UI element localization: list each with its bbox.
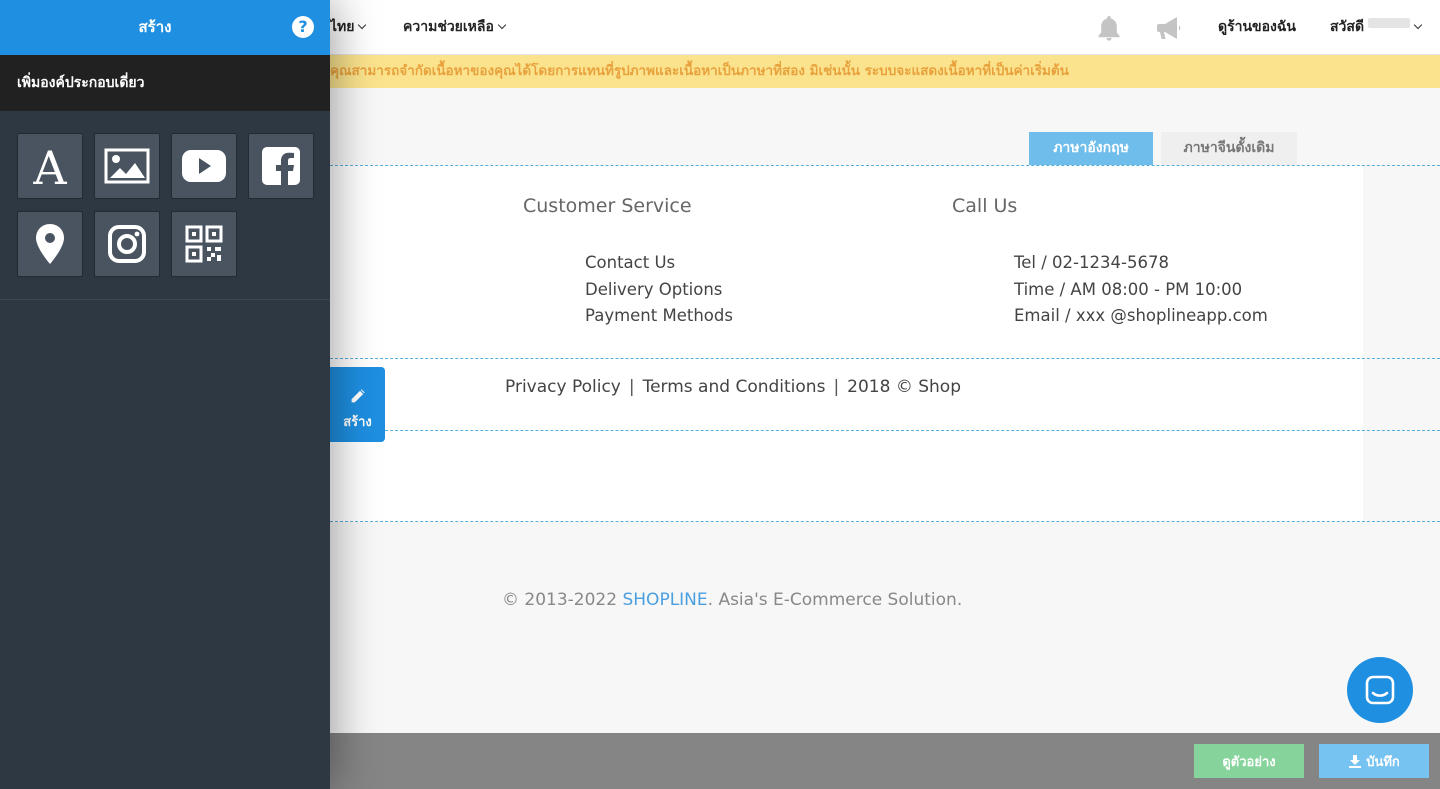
copyright-prefix: © 2013-2022 [502, 590, 623, 610]
panel-subheader: เพิ่มองค์ประกอบเดี่ยว [0, 55, 330, 111]
section-divider [330, 165, 1440, 166]
language-dropdown-label: ไทย [330, 19, 355, 35]
phone-line: Tel / 02-1234-5678 [1014, 253, 1169, 272]
facebook-icon [262, 147, 300, 185]
tile-text[interactable]: A [17, 133, 83, 199]
save-button[interactable]: บันทึก [1319, 744, 1429, 778]
tile-image[interactable] [94, 133, 160, 199]
payment-methods-link[interactable]: Payment Methods [585, 306, 733, 325]
panel-title: สร้าง [138, 18, 172, 36]
help-icon[interactable]: ? [292, 16, 314, 38]
view-my-store-label: ดูร้านของฉัน [1218, 19, 1296, 35]
copyright-suffix: . Asia's E-Commerce Solution. [707, 590, 963, 610]
notice-text: คุณสามารถจำกัดเนื้อหาของคุณได้โดยการแทนท… [330, 63, 1069, 79]
add-element-panel: สร้าง ? เพิ่มองค์ประกอบเดี่ยว A [0, 0, 330, 789]
chevron-down-icon [497, 20, 507, 30]
tab-english[interactable]: ภาษาอังกฤษ [1029, 132, 1153, 165]
hours-line: Time / AM 08:00 - PM 10:00 [1014, 280, 1243, 299]
user-name-redacted [1368, 18, 1411, 28]
megaphone-icon[interactable] [1156, 14, 1186, 46]
tile-youtube[interactable] [171, 133, 237, 199]
site-copyright: © 2013-2022 SHOPLINE. Asia's E-Commerce … [502, 590, 962, 610]
delivery-options-link[interactable]: Delivery Options [585, 280, 722, 299]
qr-code-icon [185, 225, 223, 263]
policy-links: Privacy Policy | Terms and Conditions | 2018… [505, 377, 961, 397]
pencil-icon [349, 387, 366, 404]
customer-service-title: Customer Service [523, 195, 692, 217]
panel-header: สร้าง ? [0, 0, 330, 55]
language-dropdown[interactable]: ไทย [330, 0, 367, 55]
separator: | [833, 377, 840, 397]
view-my-store-link[interactable]: ดูร้านของฉัน [1218, 0, 1296, 55]
call-us-title: Call Us [952, 195, 1018, 217]
user-menu[interactable]: สวัสดี [1330, 0, 1423, 55]
bell-icon[interactable] [1096, 14, 1122, 46]
tile-facebook[interactable] [248, 133, 314, 199]
section-divider [330, 521, 1440, 522]
tile-qr-code[interactable] [171, 211, 237, 277]
contact-us-link[interactable]: Contact Us [585, 253, 675, 272]
text-icon: A [32, 144, 67, 188]
privacy-policy-link[interactable]: Privacy Policy [505, 377, 621, 397]
chevron-down-icon [358, 20, 367, 30]
image-icon [104, 148, 150, 184]
section-divider [330, 430, 1440, 431]
chevron-down-icon [1413, 20, 1423, 30]
tab-traditional-chinese[interactable]: ภาษาจีนดั้งเดิม [1161, 132, 1297, 165]
save-label: บันทึก [1366, 754, 1400, 770]
chat-button[interactable] [1347, 657, 1413, 723]
separator: | [628, 377, 635, 397]
instagram-icon [108, 225, 146, 263]
youtube-icon [182, 150, 226, 182]
chat-icon [1365, 675, 1395, 705]
terms-link[interactable]: Terms and Conditions [643, 377, 826, 397]
shopline-link[interactable]: SHOPLINE [622, 590, 707, 610]
greeting-label: สวัสดี [1330, 19, 1365, 35]
edit-section-button[interactable]: สร้าง [330, 367, 385, 442]
footer-copyright: 2018 © Shop [847, 377, 962, 397]
tile-map[interactable] [17, 211, 83, 277]
download-icon [1349, 755, 1362, 768]
footer-preview-block [330, 165, 1363, 522]
tile-instagram[interactable] [94, 211, 160, 277]
section-divider [330, 358, 1440, 359]
edit-section-label: สร้าง [343, 415, 372, 430]
help-dropdown-label: ความช่วยเหลือ [403, 19, 494, 35]
preview-button[interactable]: ดูตัวอย่าง [1194, 744, 1304, 778]
panel-divider [0, 299, 330, 300]
svg-text:A: A [32, 144, 67, 188]
map-marker-icon [36, 224, 64, 264]
email-line: Email / xxx @shoplineapp.com [1014, 306, 1268, 325]
panel-subheading: เพิ่มองค์ประกอบเดี่ยว [17, 75, 145, 91]
help-dropdown[interactable]: ความช่วยเหลือ [403, 0, 507, 55]
